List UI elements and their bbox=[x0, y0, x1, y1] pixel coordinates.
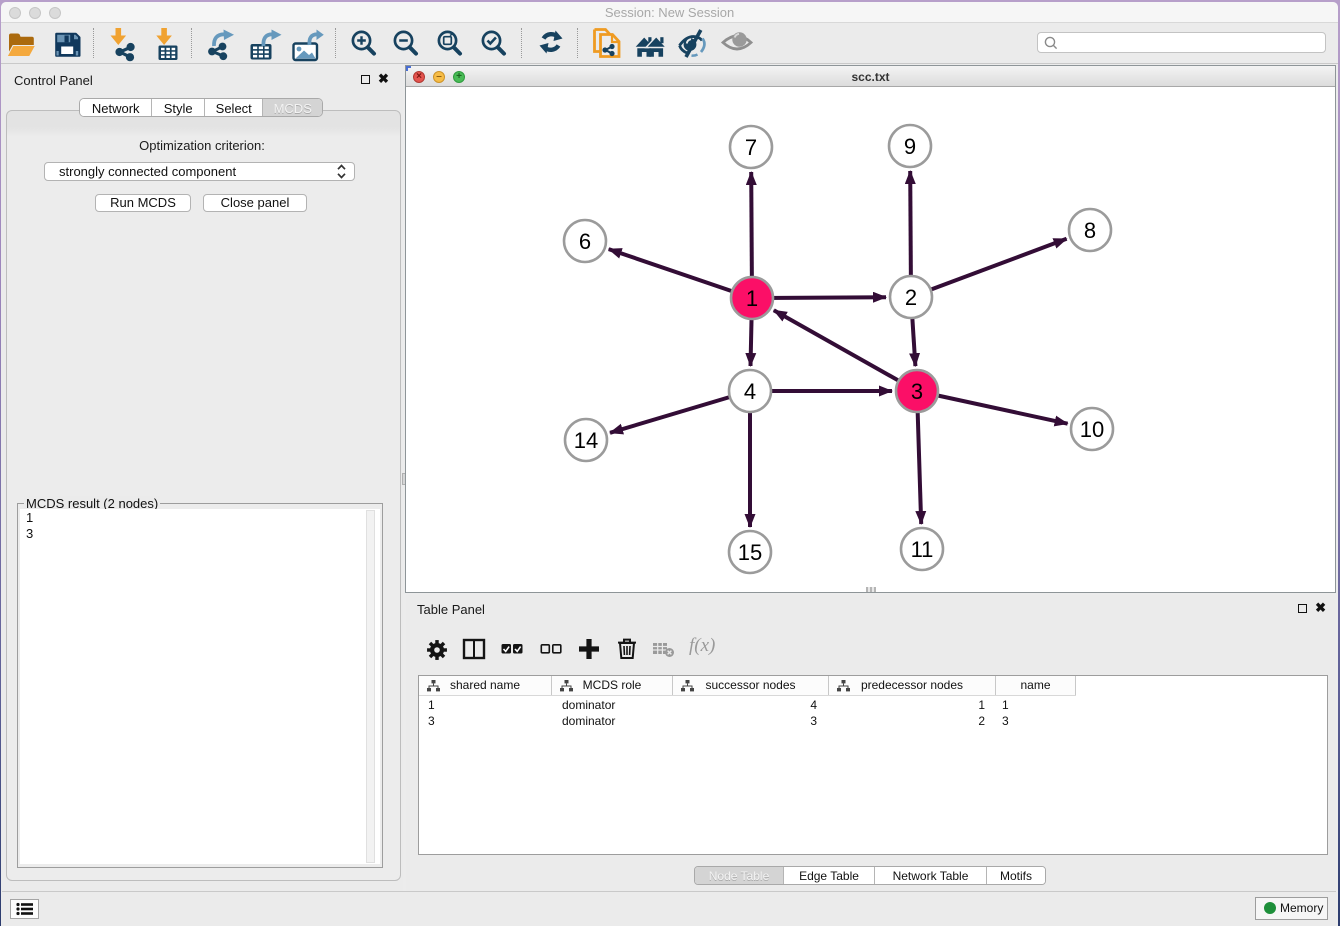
svg-text:10: 10 bbox=[1080, 417, 1104, 442]
svg-text:3: 3 bbox=[911, 379, 923, 404]
svg-text:7: 7 bbox=[745, 135, 757, 160]
svg-text:11: 11 bbox=[911, 537, 934, 562]
svg-text:14: 14 bbox=[574, 428, 598, 453]
svg-text:9: 9 bbox=[904, 134, 916, 159]
svg-text:15: 15 bbox=[738, 540, 762, 565]
svg-text:6: 6 bbox=[579, 229, 591, 254]
svg-text:2: 2 bbox=[905, 285, 917, 310]
svg-text:4: 4 bbox=[744, 379, 756, 404]
svg-text:1: 1 bbox=[746, 286, 758, 311]
svg-text:8: 8 bbox=[1084, 218, 1096, 243]
